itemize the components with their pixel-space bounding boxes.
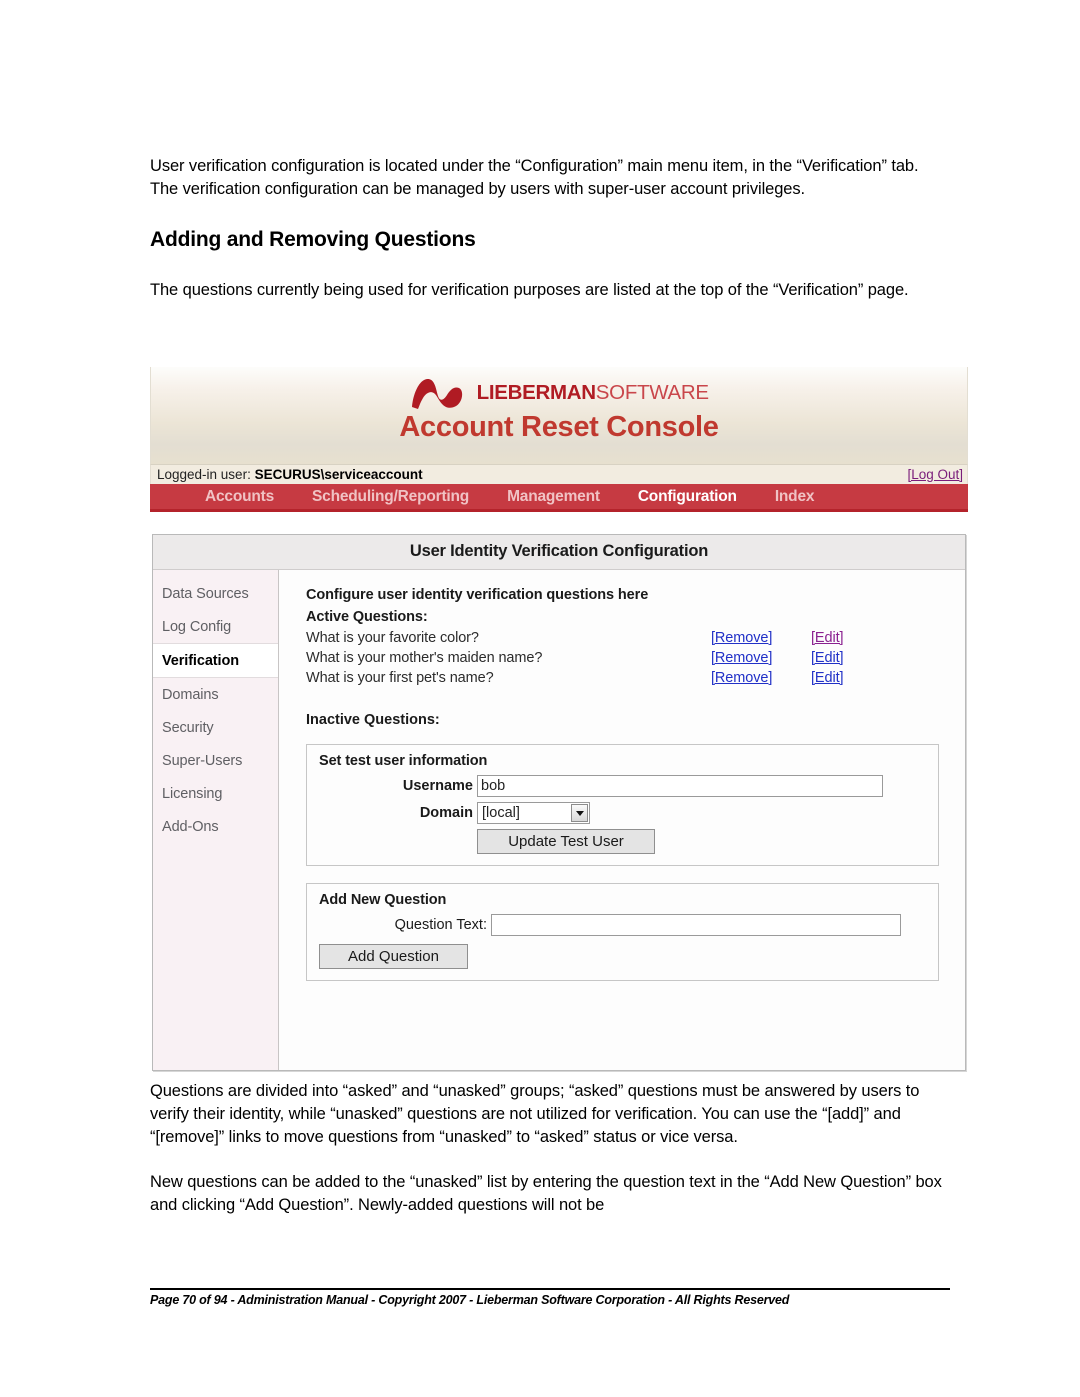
question-text-label: Question Text: (394, 917, 487, 933)
active-question-row: What is your first pet's name? [Remove] … (306, 670, 951, 686)
set-test-user-legend: Set test user information (319, 753, 488, 769)
question-text: What is your first pet's name? (306, 670, 494, 686)
question-text: What is your favorite color? (306, 630, 479, 646)
nav-item-index[interactable]: Index (775, 488, 815, 506)
document-text-top: User verification configuration is locat… (150, 155, 950, 302)
nav-item-scheduling-reporting[interactable]: Scheduling/Reporting (312, 488, 469, 506)
username-field-row: Username (319, 775, 928, 797)
add-new-question-box: Add New Question Question Text: Add Ques… (306, 883, 939, 981)
config-content: Configure user identity verification que… (279, 570, 965, 1070)
sidebar-item-log-config[interactable]: Log Config (153, 610, 278, 643)
active-questions-label: Active Questions: (306, 609, 428, 625)
log-out-link[interactable]: [Log Out] (907, 465, 963, 485)
question-text-input[interactable] (491, 914, 901, 936)
brand-name-light: SOFTWARE (595, 381, 709, 404)
logged-in-label: Logged-in user: (157, 467, 251, 482)
nav-item-accounts[interactable]: Accounts (205, 488, 274, 506)
panel-spacer (150, 512, 968, 534)
active-question-row: What is your mother's maiden name? [Remo… (306, 650, 951, 666)
sidebar-item-data-sources[interactable]: Data Sources (153, 577, 278, 610)
sidebar-item-licensing[interactable]: Licensing (153, 777, 278, 810)
add-new-question-legend: Add New Question (319, 892, 447, 908)
remove-question-link[interactable]: [Remove] (711, 670, 811, 686)
config-sidebar: Data Sources Log Config Verification Dom… (153, 570, 279, 1070)
set-test-user-box: Set test user information Username Domai… (306, 744, 939, 866)
main-nav-bar: Accounts Scheduling/Reporting Management… (150, 484, 968, 509)
sidebar-item-add-ons[interactable]: Add-Ons (153, 810, 278, 843)
brand-name-bold: LIEBERMAN (476, 381, 596, 404)
paragraph-asked-unasked: Questions are divided into “asked” and “… (150, 1082, 920, 1146)
paragraph-new-questions: New questions can be added to the “unask… (150, 1173, 942, 1214)
edit-question-link[interactable]: [Edit] (811, 650, 844, 666)
domain-label: Domain (419, 805, 473, 821)
paragraph-intro: User verification configuration is locat… (150, 157, 919, 198)
brand-row: LIEBERMANSOFTWARE (151, 373, 967, 413)
lieberman-wave-logo-icon (409, 377, 465, 410)
login-status-bar: Logged-in user: SECURUS\serviceaccount [… (150, 464, 968, 484)
username-label: Username (402, 778, 473, 794)
panel-title: User Identity Verification Configuration (153, 535, 965, 570)
domain-selected-value: [local] (482, 805, 520, 821)
panel-body: Data Sources Log Config Verification Dom… (153, 570, 965, 1070)
verification-panel: User Identity Verification Configuration… (152, 534, 966, 1071)
update-test-user-button[interactable]: Update Test User (477, 829, 655, 854)
logged-in-username: SECURUS\serviceaccount (254, 467, 423, 482)
paragraph-questions-listed: The questions currently being used for v… (150, 281, 909, 299)
brand-wordmark: LIEBERMANSOFTWARE (477, 373, 709, 413)
nav-item-configuration[interactable]: Configuration (638, 488, 737, 506)
app-title: Account Reset Console (399, 411, 719, 443)
sidebar-item-domains[interactable]: Domains (153, 678, 278, 711)
edit-question-link[interactable]: [Edit] (811, 630, 844, 646)
remove-question-link[interactable]: [Remove] (711, 630, 811, 646)
remove-question-link[interactable]: [Remove] (711, 650, 811, 666)
page-footer: Page 70 of 94 - Administration Manual - … (150, 1293, 790, 1307)
inactive-questions-label: Inactive Questions: (306, 712, 440, 728)
chevron-down-icon (571, 804, 588, 822)
content-intro-text: Configure user identity verification que… (306, 587, 649, 603)
app-header: LIEBERMANSOFTWARE Account Reset Console (150, 367, 968, 464)
domain-field-row: Domain [local] (319, 802, 928, 824)
question-text-field-row: Question Text: (319, 914, 928, 936)
domain-select[interactable]: [local] (477, 802, 590, 824)
sidebar-item-security[interactable]: Security (153, 711, 278, 744)
page-heading-adding-removing-questions: Adding and Removing Questions (150, 228, 476, 251)
active-question-row: What is your favorite color? [Remove] [E… (306, 630, 951, 646)
footer-divider (150, 1288, 950, 1290)
sidebar-item-super-users[interactable]: Super-Users (153, 744, 278, 777)
document-text-bottom: Questions are divided into “asked” and “… (150, 1080, 950, 1217)
sidebar-item-verification[interactable]: Verification (153, 643, 278, 678)
username-input[interactable] (477, 775, 883, 797)
nav-item-management[interactable]: Management (507, 488, 600, 506)
edit-question-link[interactable]: [Edit] (811, 670, 844, 686)
embedded-app-screenshot: LIEBERMANSOFTWARE Account Reset Console … (150, 367, 968, 1071)
add-question-button[interactable]: Add Question (319, 944, 468, 969)
question-text: What is your mother's maiden name? (306, 650, 543, 666)
